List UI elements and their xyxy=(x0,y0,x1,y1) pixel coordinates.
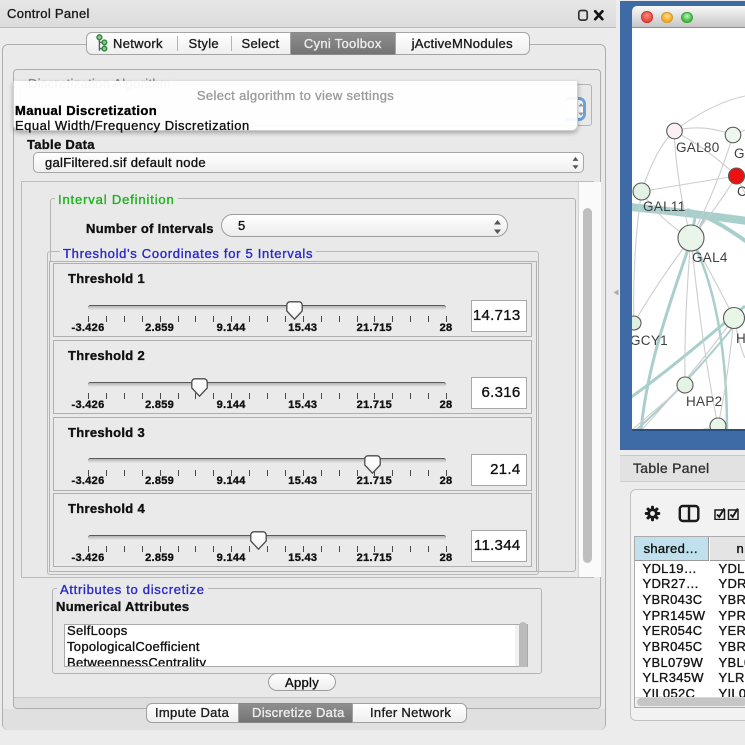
svg-text:H: H xyxy=(736,331,745,346)
svg-text:GAL80: GAL80 xyxy=(676,140,720,155)
svg-text:GCY1: GCY1 xyxy=(632,333,668,348)
svg-text:GA: GA xyxy=(734,146,745,161)
svg-text:C: C xyxy=(737,184,745,199)
svg-text:HAP2: HAP2 xyxy=(686,394,722,409)
svg-text:GAL11: GAL11 xyxy=(643,199,686,214)
svg-text:GAL4: GAL4 xyxy=(692,250,728,265)
